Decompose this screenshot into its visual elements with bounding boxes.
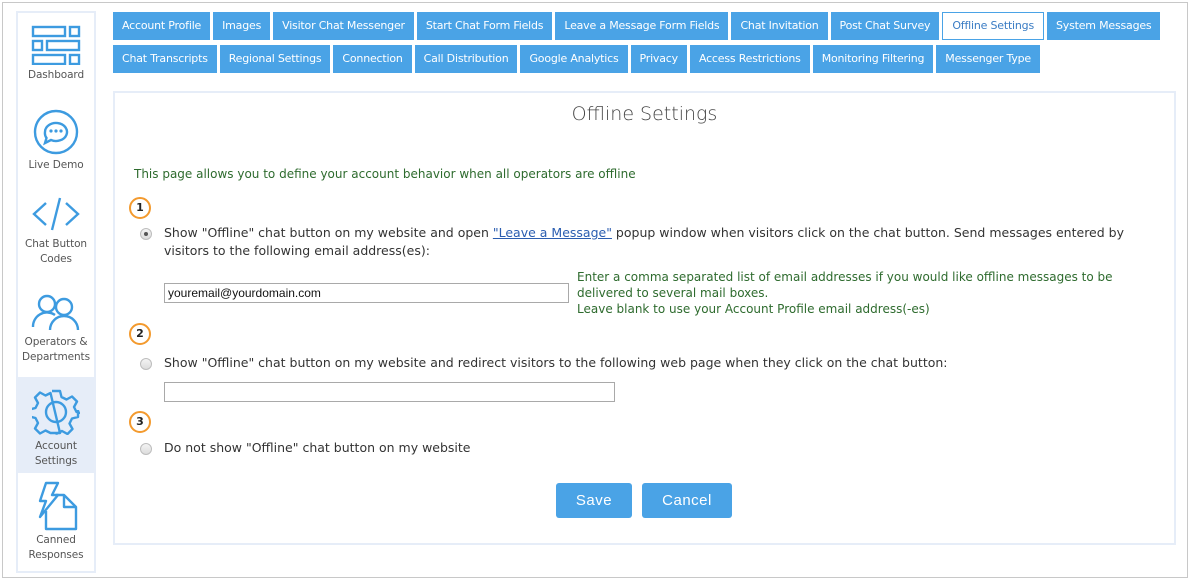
- code-icon: [32, 197, 80, 231]
- step-badge-3: 3: [129, 411, 151, 433]
- tab-system-messages[interactable]: System Messages: [1047, 12, 1161, 40]
- option-2-label: Show "Offline" chat button on my website…: [164, 355, 948, 370]
- sidebar-item-label: Settings: [34, 455, 78, 467]
- tab-post-chat-survey[interactable]: Post Chat Survey: [830, 12, 940, 40]
- step-badge-2: 2: [129, 323, 151, 345]
- tab-row-1: Account Profile Images Visitor Chat Mess…: [113, 12, 1163, 40]
- tab-images[interactable]: Images: [213, 12, 271, 40]
- step-badge-1: 1: [129, 197, 151, 219]
- chat-bubble-icon: [33, 109, 79, 155]
- sidebar-item-dashboard[interactable]: Dashboard: [18, 25, 94, 91]
- tab-messenger-type[interactable]: Messenger Type: [936, 45, 1040, 73]
- sidebar-item-operators-departments[interactable]: Operators & Departments: [18, 293, 94, 375]
- option-1-radio[interactable]: [140, 228, 152, 240]
- sidebar-item-label: Codes: [40, 253, 72, 265]
- tab-call-distribution[interactable]: Call Distribution: [414, 45, 518, 73]
- option-3-label: Do not show "Offline" chat button on my …: [164, 440, 471, 455]
- option-1-label: Show "Offline" chat button on my website…: [164, 224, 1164, 260]
- tab-privacy[interactable]: Privacy: [630, 45, 687, 73]
- tab-connection[interactable]: Connection: [333, 45, 412, 73]
- tab-regional-settings[interactable]: Regional Settings: [219, 45, 331, 73]
- dashboard-icon: [31, 25, 81, 65]
- tab-google-analytics[interactable]: Google Analytics: [520, 45, 628, 73]
- option-2-radio[interactable]: [140, 358, 152, 370]
- option-3-radio[interactable]: [140, 443, 152, 455]
- tab-offline-settings[interactable]: Offline Settings: [942, 12, 1044, 40]
- option-1-text: Show "Offline" chat button on my website…: [164, 225, 493, 240]
- tab-row-2: Chat Transcripts Regional Settings Conne…: [113, 45, 1043, 73]
- intro-text: This page allows you to define your acco…: [134, 167, 636, 181]
- sidebar-item-label: Canned: [36, 534, 76, 546]
- redirect-url-input[interactable]: [164, 382, 615, 402]
- sidebar-item-account-settings[interactable]: Account Settings: [18, 377, 94, 473]
- sidebar-item-canned-responses[interactable]: Canned Responses: [18, 481, 94, 571]
- canned-responses-icon: [38, 481, 78, 531]
- email-hint: Enter a comma separated list of email ad…: [577, 269, 1137, 317]
- email-hint-line-2: Leave blank to use your Account Profile …: [577, 302, 930, 316]
- sidebar-item-label: Operators &: [24, 336, 88, 348]
- offline-settings-panel: Offline Settings This page allows you to…: [113, 91, 1176, 545]
- sidebar: Dashboard Live Demo Chat Button Codes Op…: [16, 11, 96, 573]
- sidebar-item-label: Chat Button: [25, 238, 87, 250]
- email-hint-line-1: Enter a comma separated list of email ad…: [577, 270, 1113, 300]
- sidebar-item-label: Dashboard: [27, 69, 85, 81]
- gear-icon: [32, 389, 80, 435]
- tab-visitor-chat-messenger[interactable]: Visitor Chat Messenger: [273, 12, 414, 40]
- offline-email-input[interactable]: [164, 283, 569, 303]
- sidebar-item-label: Responses: [28, 549, 84, 561]
- page-title: Offline Settings: [571, 103, 718, 125]
- sidebar-item-label: Account: [35, 440, 77, 452]
- tab-account-profile[interactable]: Account Profile: [113, 12, 211, 40]
- tab-monitoring-filtering[interactable]: Monitoring Filtering: [812, 45, 934, 73]
- tab-chat-invitation[interactable]: Chat Invitation: [731, 12, 828, 40]
- leave-a-message-link[interactable]: "Leave a Message": [493, 225, 612, 240]
- sidebar-item-live-demo[interactable]: Live Demo: [18, 109, 94, 175]
- tab-leave-a-message-form-fields[interactable]: Leave a Message Form Fields: [555, 12, 729, 40]
- sidebar-item-chat-button-codes[interactable]: Chat Button Codes: [18, 197, 94, 277]
- tab-chat-transcripts[interactable]: Chat Transcripts: [113, 45, 217, 73]
- tab-access-restrictions[interactable]: Access Restrictions: [689, 45, 810, 73]
- sidebar-item-label: Departments: [22, 351, 90, 363]
- cancel-button[interactable]: Cancel: [642, 483, 732, 518]
- save-button[interactable]: Save: [556, 483, 632, 518]
- users-icon: [31, 294, 80, 331]
- tab-start-chat-form-fields[interactable]: Start Chat Form Fields: [416, 12, 553, 40]
- sidebar-item-label: Live Demo: [28, 159, 84, 171]
